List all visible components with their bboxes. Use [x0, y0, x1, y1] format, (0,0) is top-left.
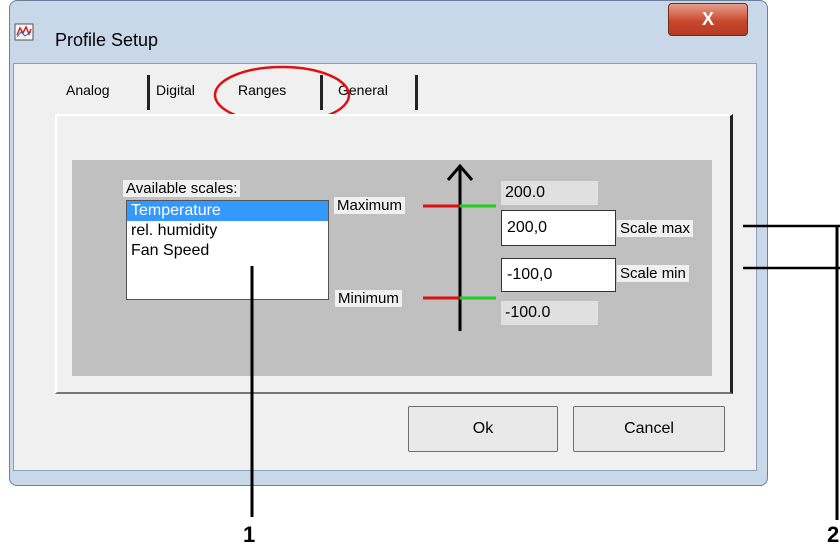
callout-number-1: 1 — [243, 522, 256, 547]
callout-lines — [250, 224, 840, 520]
callout-number-2: 2 — [827, 522, 840, 547]
